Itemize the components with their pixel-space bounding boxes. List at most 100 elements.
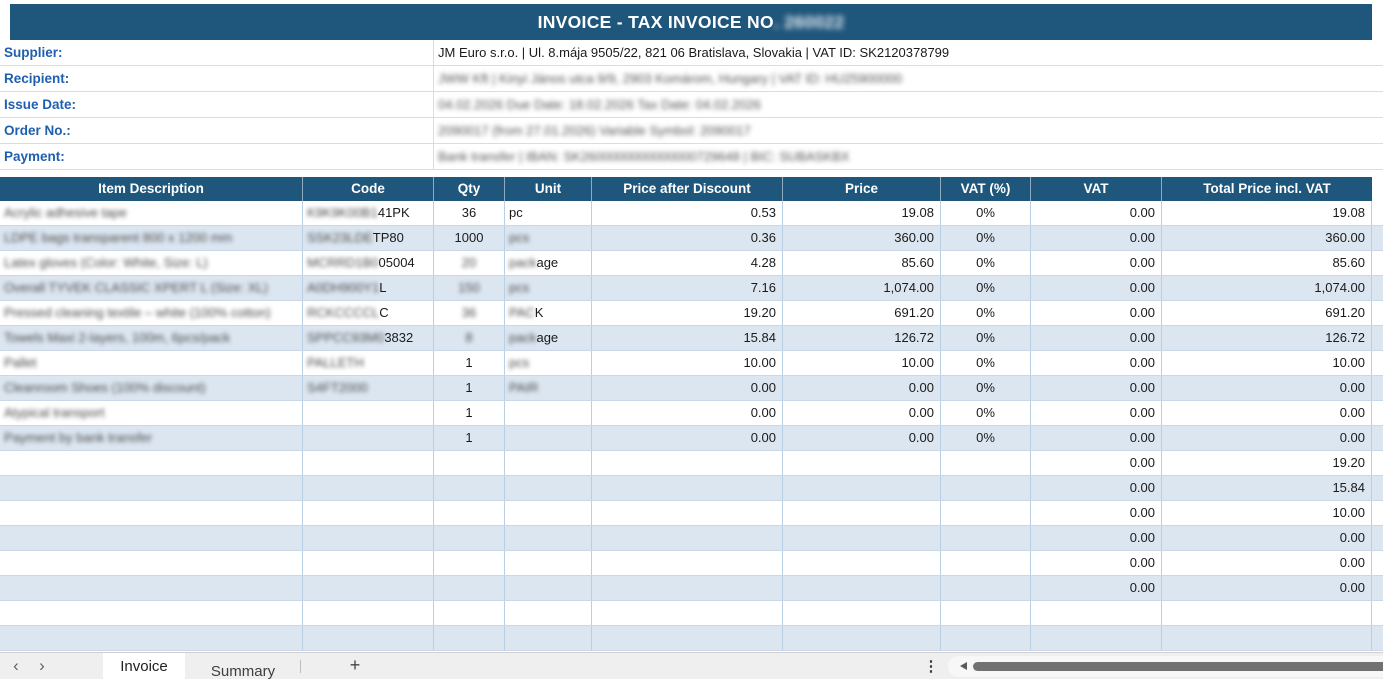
column-header-unit[interactable]: Unit <box>505 177 592 201</box>
cell-unit[interactable] <box>505 401 592 425</box>
meta-value[interactable]: 2090017 (from 27.01.2026) Variable Symbo… <box>438 118 1369 143</box>
cell-item-description[interactable]: LDPE bags transparent 800 x 1200 mm <box>0 226 303 250</box>
cell-code[interactable] <box>303 501 434 525</box>
cell-qty[interactable]: 1 <box>434 401 505 425</box>
cell-vat[interactable]: 0.00 <box>1031 326 1162 350</box>
cell-price[interactable]: 10.00 <box>783 351 941 375</box>
cell-code[interactable]: MCRRD1B005004 <box>303 251 434 275</box>
cell-total[interactable]: 0.00 <box>1162 426 1372 450</box>
cell-unit[interactable]: PAIR <box>505 376 592 400</box>
cell-price-after-discount[interactable]: 0.36 <box>592 226 783 250</box>
cell-vat[interactable] <box>1031 601 1162 625</box>
cell-vat-pct[interactable]: 0% <box>941 351 1031 375</box>
cell-price[interactable] <box>783 551 941 575</box>
cell-price[interactable]: 19.08 <box>783 201 941 225</box>
cell-vat-pct[interactable]: 0% <box>941 276 1031 300</box>
cell-price-after-discount[interactable] <box>592 476 783 500</box>
meta-value[interactable]: JM Euro s.r.o. | Ul. 8.mája 9505/22, 821… <box>438 40 1369 65</box>
cell-total[interactable]: 126.72 <box>1162 326 1372 350</box>
cell-unit[interactable]: pc <box>505 201 592 225</box>
cell-item-description[interactable]: Atypical transport <box>0 401 303 425</box>
cell-price-after-discount[interactable]: 4.28 <box>592 251 783 275</box>
sheet-list-menu-button[interactable]: ⋮ <box>922 653 940 679</box>
cell-qty[interactable]: 150 <box>434 276 505 300</box>
cell-code[interactable] <box>303 626 434 650</box>
cell-vat[interactable]: 0.00 <box>1031 276 1162 300</box>
cell-code[interactable] <box>303 601 434 625</box>
cell-unit[interactable]: pcs <box>505 351 592 375</box>
cell-total[interactable]: 0.00 <box>1162 576 1372 600</box>
cell-unit[interactable] <box>505 426 592 450</box>
cell-unit[interactable] <box>505 576 592 600</box>
cell-vat-pct[interactable]: 0% <box>941 401 1031 425</box>
cell-price-after-discount[interactable] <box>592 526 783 550</box>
cell-qty[interactable] <box>434 551 505 575</box>
cell-qty[interactable] <box>434 626 505 650</box>
meta-label[interactable]: Recipient: <box>0 66 434 91</box>
cell-vat-pct[interactable] <box>941 551 1031 575</box>
cell-price-after-discount[interactable] <box>592 601 783 625</box>
column-header-qty[interactable]: Qty <box>434 177 505 201</box>
cell-qty[interactable]: 1 <box>434 351 505 375</box>
cell-vat-pct[interactable] <box>941 501 1031 525</box>
cell-price[interactable] <box>783 601 941 625</box>
cell-code[interactable]: PALLETH <box>303 351 434 375</box>
cell-vat[interactable]: 0.00 <box>1031 551 1162 575</box>
cell-price-after-discount[interactable] <box>592 451 783 475</box>
cell-qty[interactable]: 8 <box>434 326 505 350</box>
column-header-total-price-incl-vat[interactable]: Total Price incl. VAT <box>1162 177 1372 201</box>
cell-qty[interactable]: 20 <box>434 251 505 275</box>
cell-total[interactable]: 10.00 <box>1162 501 1372 525</box>
cell-unit[interactable] <box>505 476 592 500</box>
cell-vat[interactable]: 0.00 <box>1031 426 1162 450</box>
meta-label[interactable]: Payment: <box>0 144 434 169</box>
cell-price[interactable] <box>783 626 941 650</box>
sheet-tab-summary[interactable]: Summary <box>186 659 300 679</box>
cell-total[interactable]: 0.00 <box>1162 401 1372 425</box>
cell-qty[interactable]: 1 <box>434 426 505 450</box>
cell-item-description[interactable]: Acrylic adhesive tape <box>0 201 303 225</box>
cell-price-after-discount[interactable] <box>592 501 783 525</box>
cell-code[interactable]: K9K9K00B141PK <box>303 201 434 225</box>
cell-unit[interactable]: package <box>505 326 592 350</box>
cell-item-description[interactable] <box>0 551 303 575</box>
cell-vat-pct[interactable]: 0% <box>941 226 1031 250</box>
cell-total[interactable]: 85.60 <box>1162 251 1372 275</box>
cell-qty[interactable]: 1 <box>434 376 505 400</box>
column-header-item-description[interactable]: Item Description <box>0 177 303 201</box>
cell-qty[interactable] <box>434 526 505 550</box>
cell-vat[interactable]: 0.00 <box>1031 501 1162 525</box>
cell-vat-pct[interactable] <box>941 576 1031 600</box>
cell-vat-pct[interactable] <box>941 476 1031 500</box>
cell-price[interactable]: 0.00 <box>783 401 941 425</box>
cell-code[interactable] <box>303 401 434 425</box>
cell-price-after-discount[interactable] <box>592 576 783 600</box>
cell-total[interactable]: 691.20 <box>1162 301 1372 325</box>
cell-qty[interactable]: 36 <box>434 201 505 225</box>
cell-price-after-discount[interactable]: 7.16 <box>592 276 783 300</box>
cell-item-description[interactable] <box>0 501 303 525</box>
cell-price[interactable]: 126.72 <box>783 326 941 350</box>
cell-item-description[interactable]: Overall TYVEK CLASSIC XPERT L (Size: XL) <box>0 276 303 300</box>
cell-qty[interactable]: 1000 <box>434 226 505 250</box>
column-header-vat[interactable]: VAT <box>1031 177 1162 201</box>
cell-item-description[interactable] <box>0 476 303 500</box>
cell-vat[interactable]: 0.00 <box>1031 226 1162 250</box>
cell-code[interactable] <box>303 551 434 575</box>
cell-total[interactable]: 19.20 <box>1162 451 1372 475</box>
cell-price[interactable]: 0.00 <box>783 426 941 450</box>
cell-vat[interactable]: 0.00 <box>1031 376 1162 400</box>
cell-total[interactable]: 360.00 <box>1162 226 1372 250</box>
column-header-code[interactable]: Code <box>303 177 434 201</box>
cell-code[interactable]: SPPCC93M03832 <box>303 326 434 350</box>
cell-price-after-discount[interactable]: 0.53 <box>592 201 783 225</box>
meta-label[interactable]: Order No.: <box>0 118 434 143</box>
cell-code[interactable] <box>303 526 434 550</box>
cell-item-description[interactable]: Latex gloves (Color: White, Size: L) <box>0 251 303 275</box>
sheet-nav-next-button[interactable]: › <box>32 653 52 679</box>
sheet-nav-prev-button[interactable]: ‹ <box>6 653 26 679</box>
cell-total[interactable]: 1,074.00 <box>1162 276 1372 300</box>
horizontal-scrollbar-thumb[interactable] <box>973 662 1383 671</box>
meta-value[interactable]: JWW Kft | Kinyi János utca 9/9, 2903 Kom… <box>438 66 1369 91</box>
cell-vat[interactable]: 0.00 <box>1031 476 1162 500</box>
